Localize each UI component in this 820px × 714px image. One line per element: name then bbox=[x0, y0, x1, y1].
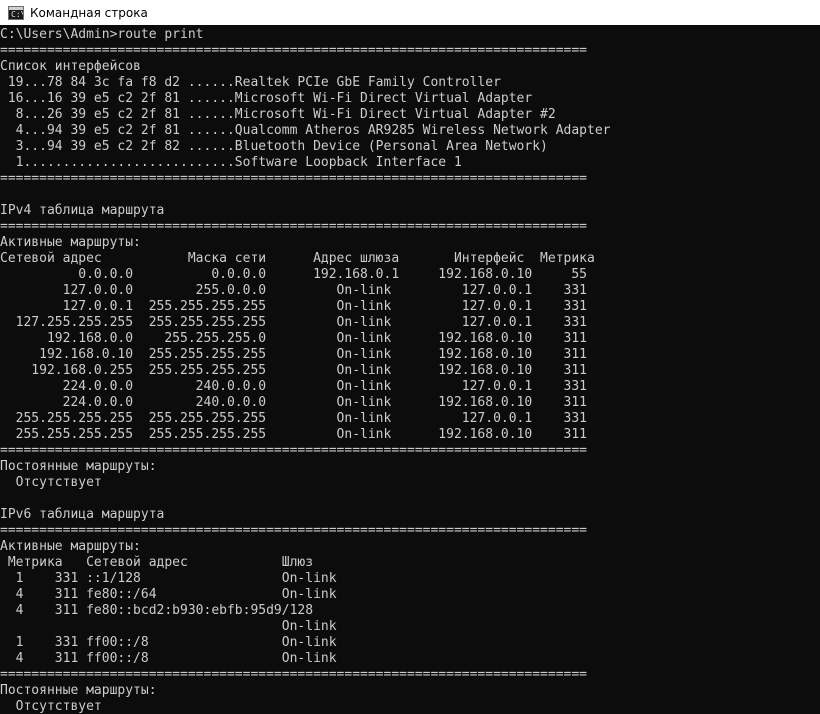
console-line: 0.0.0.0 0.0.0.0 192.168.0.1 192.168.0.10… bbox=[0, 267, 587, 282]
console-line: 127.0.0.0 255.0.0.0 On-link 127.0.0.1 33… bbox=[0, 283, 587, 298]
console-line: ========================================… bbox=[0, 171, 587, 186]
title-bar[interactable]: C:\ Командная строка bbox=[0, 0, 820, 25]
console-line: ========================================… bbox=[0, 667, 587, 682]
command-prompt-icon: C:\ bbox=[8, 5, 24, 20]
console-line: 4 311 fe80::/64 On-link bbox=[0, 587, 337, 602]
console-line: ========================================… bbox=[0, 219, 587, 234]
console-line: Активные маршруты: bbox=[0, 235, 141, 250]
console-line: 8...26 39 e5 c2 2f 81 ......Microsoft Wi… bbox=[0, 107, 556, 122]
console-line: Постоянные маршруты: bbox=[0, 459, 157, 474]
console-line: 1 331 ff00::/8 On-link bbox=[0, 635, 337, 650]
console-line: C:\Users\Admin>route print bbox=[0, 27, 204, 42]
console-line: 192.168.0.0 255.255.255.0 On-link 192.16… bbox=[0, 331, 587, 346]
console-line: 19...78 84 3c fa f8 d2 ......Realtek PCI… bbox=[0, 75, 501, 90]
console-line: Отсутствует bbox=[0, 699, 102, 714]
console-line: ========================================… bbox=[0, 43, 587, 58]
console-line: Отсутствует bbox=[0, 475, 102, 490]
console-line: 255.255.255.255 255.255.255.255 On-link … bbox=[0, 427, 587, 442]
console-line: 127.0.0.1 255.255.255.255 On-link 127.0.… bbox=[0, 299, 587, 314]
console-line: 3...94 39 e5 c2 2f 82 ......Bluetooth De… bbox=[0, 139, 548, 154]
console-line: 127.255.255.255 255.255.255.255 On-link … bbox=[0, 315, 587, 330]
window-title: Командная строка bbox=[30, 5, 148, 20]
console-line: 224.0.0.0 240.0.0.0 On-link 192.168.0.10… bbox=[0, 395, 587, 410]
console-line: Постоянные маршруты: bbox=[0, 683, 157, 698]
console-line: 16...16 39 e5 c2 2f 81 ......Microsoft W… bbox=[0, 91, 533, 106]
console-line: Метрика Сетевой адрес Шлюз bbox=[0, 555, 314, 570]
console-line: Активные маршруты: bbox=[0, 539, 141, 554]
console-output[interactable]: C:\Users\Admin>route print ==============… bbox=[0, 25, 820, 714]
console-line: Сетевой адрес Маска сети Адрес шлюза Инт… bbox=[0, 251, 595, 266]
console-line: 1...........................Software Loo… bbox=[0, 155, 462, 170]
console-text: C:\Users\Admin>route print ==============… bbox=[0, 25, 820, 714]
console-line: 1 331 ::1/128 On-link bbox=[0, 571, 337, 586]
console-line: ========================================… bbox=[0, 443, 587, 458]
console-line: ========================================… bbox=[0, 523, 587, 538]
console-line: 4...94 39 e5 c2 2f 81 ......Qualcomm Ath… bbox=[0, 123, 611, 138]
console-line: 4 311 fe80::bcd2:b930:ebfb:95d9/128 bbox=[0, 603, 314, 618]
console-line: 4 311 ff00::/8 On-link bbox=[0, 651, 337, 666]
console-line: 192.168.0.10 255.255.255.255 On-link 192… bbox=[0, 347, 587, 362]
console-line: 192.168.0.255 255.255.255.255 On-link 19… bbox=[0, 363, 587, 378]
console-line: IPv4 таблица маршрута bbox=[0, 203, 165, 218]
command-prompt-window: C:\ Командная строка C:\Users\Admin>rout… bbox=[0, 0, 820, 714]
console-line: 224.0.0.0 240.0.0.0 On-link 127.0.0.1 33… bbox=[0, 379, 587, 394]
console-line: 255.255.255.255 255.255.255.255 On-link … bbox=[0, 411, 587, 426]
console-line: On-link bbox=[0, 619, 337, 634]
console-line: IPv6 таблица маршрута bbox=[0, 507, 165, 522]
console-line: Список интерфейсов bbox=[0, 59, 141, 74]
